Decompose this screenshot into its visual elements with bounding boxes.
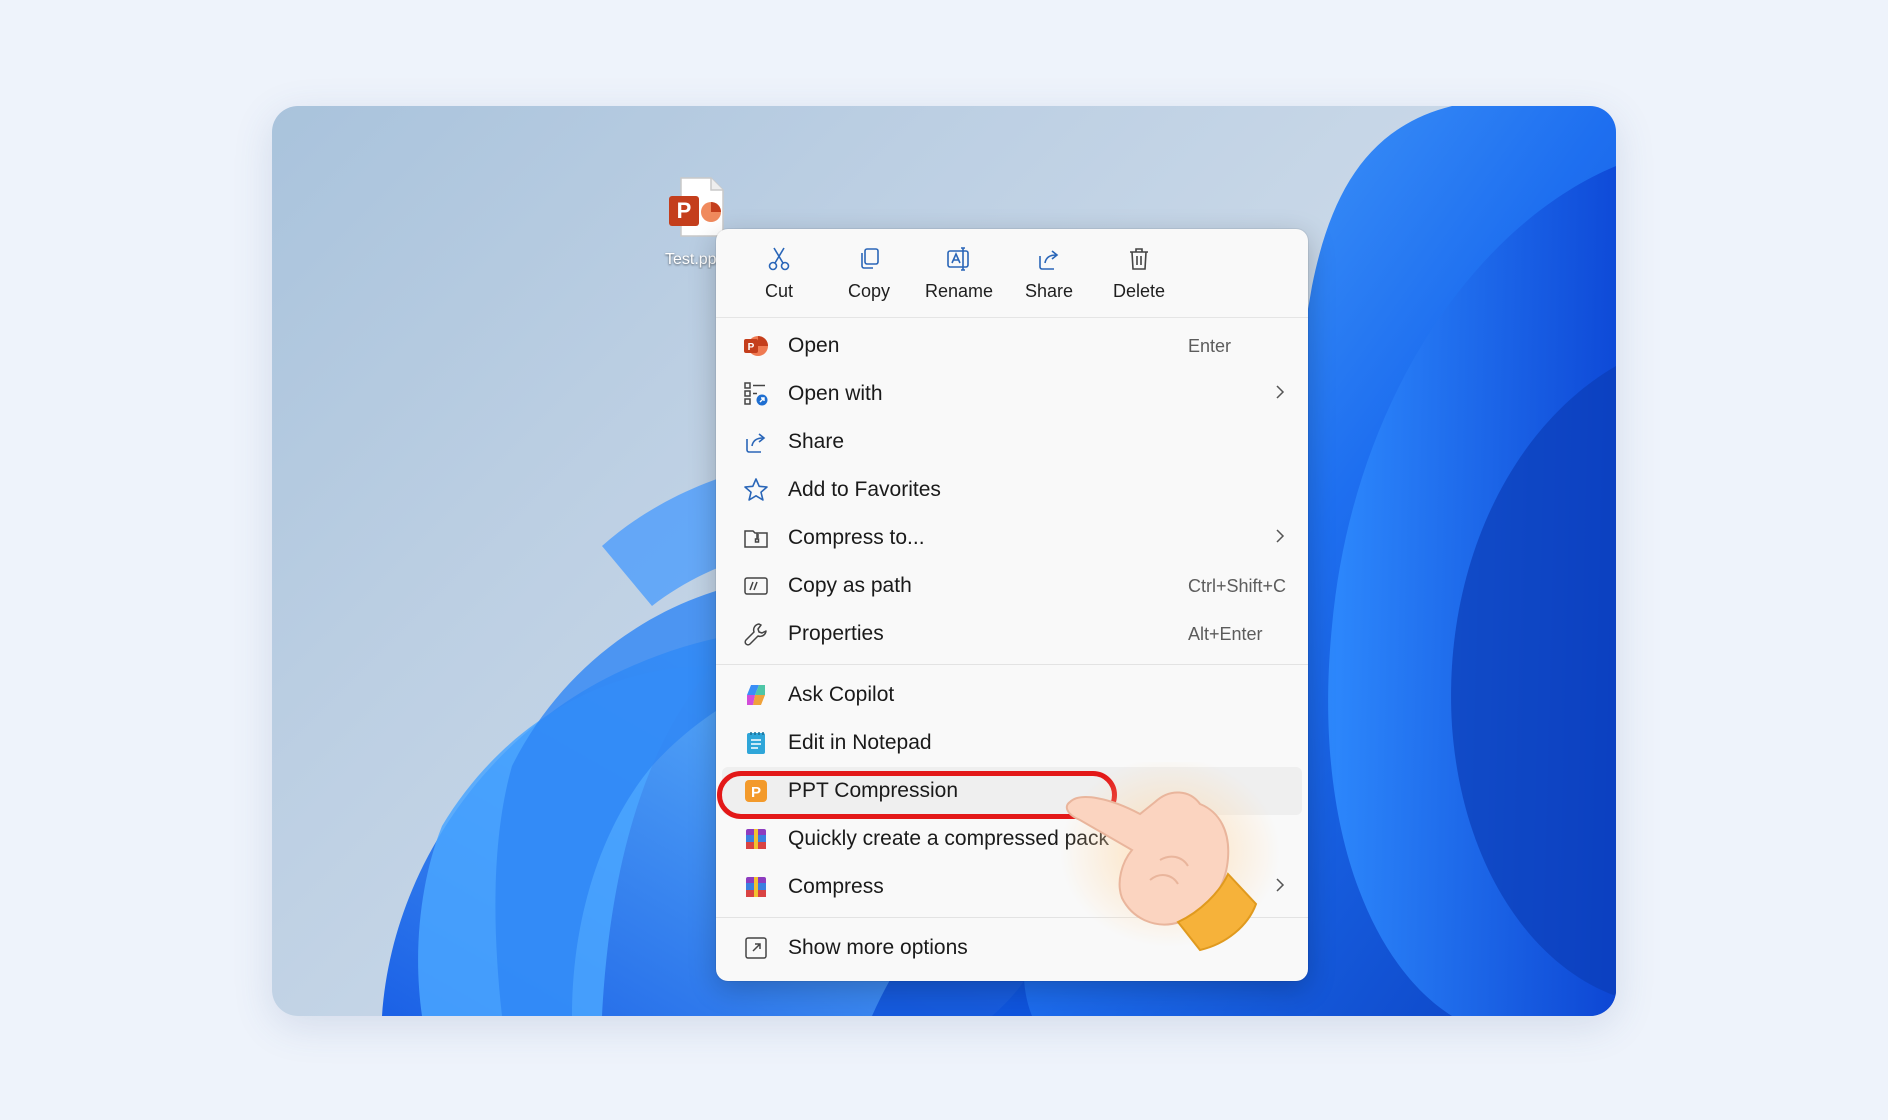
delete-button[interactable]: Delete xyxy=(1094,229,1184,307)
menu-item-label: Compress to... xyxy=(788,526,925,549)
shortcut-text: Enter xyxy=(1188,335,1232,356)
rename-label: Rename xyxy=(924,281,994,301)
more-options-icon xyxy=(742,934,770,962)
menu-item-label: Compress xyxy=(788,875,884,898)
menu-item-label: Properties xyxy=(788,622,884,645)
rename-icon xyxy=(945,245,973,273)
menu-item-copy-as-path[interactable]: Copy as path Ctrl+Shift+C xyxy=(722,562,1302,610)
context-menu-toolbar: Cut Copy Rename Share Delete xyxy=(716,229,1308,318)
star-icon xyxy=(742,476,770,504)
share-label: Share xyxy=(1024,281,1074,301)
menu-item-label: Add to Favorites xyxy=(788,478,941,501)
copy-icon xyxy=(855,245,883,273)
menu-item-properties[interactable]: Properties Alt+Enter xyxy=(722,610,1302,658)
shortcut-text: Alt+Enter xyxy=(1188,623,1263,644)
shortcut-text: Ctrl+Shift+C xyxy=(1188,575,1287,596)
cut-button[interactable]: Cut xyxy=(734,229,824,307)
menu-item-compress-to[interactable]: Compress to... xyxy=(722,514,1302,562)
menu-item-label: Edit in Notepad xyxy=(788,731,932,754)
chevron-right-icon xyxy=(1274,526,1286,551)
menu-item-add-to-favorites[interactable]: Add to Favorites xyxy=(722,466,1302,514)
cut-label: Cut xyxy=(764,281,793,301)
menu-item-label: Share xyxy=(788,430,845,453)
scissors-icon xyxy=(765,245,793,273)
svg-text:P: P xyxy=(748,342,755,353)
wrench-icon xyxy=(742,620,770,648)
powerpoint-icon: P xyxy=(742,332,770,360)
zip-folder-icon xyxy=(742,524,770,552)
copy-path-icon xyxy=(742,572,770,600)
share-icon xyxy=(1035,245,1063,273)
copilot-icon xyxy=(742,681,770,709)
chevron-right-icon xyxy=(1274,382,1286,407)
menu-separator xyxy=(716,664,1308,665)
ppt-compression-icon: P xyxy=(742,777,770,805)
pointing-hand-icon xyxy=(1060,762,1280,952)
svg-text:P: P xyxy=(677,198,692,223)
notepad-icon xyxy=(742,729,770,757)
menu-item-label: Open xyxy=(788,334,840,357)
powerpoint-file-icon: P xyxy=(669,177,724,237)
menu-item-label: Copy as path xyxy=(788,574,912,597)
menu-item-edit-in-notepad[interactable]: Edit in Notepad xyxy=(722,719,1302,767)
share-icon xyxy=(742,428,770,456)
open-with-icon xyxy=(742,380,770,408)
menu-item-label: Open with xyxy=(788,382,883,405)
archive-icon xyxy=(742,825,770,853)
menu-item-open-with[interactable]: Open with xyxy=(722,370,1302,418)
menu-item-label: Ask Copilot xyxy=(788,683,895,706)
rename-button[interactable]: Rename xyxy=(914,229,1004,307)
trash-icon xyxy=(1125,245,1153,273)
menu-item-label: Show more options xyxy=(788,936,968,959)
menu-item-share[interactable]: Share xyxy=(722,418,1302,466)
copy-label: Copy xyxy=(847,281,891,301)
menu-item-open[interactable]: P Open Enter xyxy=(722,322,1302,370)
archive-icon xyxy=(742,873,770,901)
menu-item-ask-copilot[interactable]: Ask Copilot xyxy=(722,671,1302,719)
copy-button[interactable]: Copy xyxy=(824,229,914,307)
svg-text:P: P xyxy=(751,784,761,801)
menu-item-label: PPT Compression xyxy=(788,779,959,802)
share-button[interactable]: Share xyxy=(1004,229,1094,307)
delete-label: Delete xyxy=(1112,281,1166,301)
